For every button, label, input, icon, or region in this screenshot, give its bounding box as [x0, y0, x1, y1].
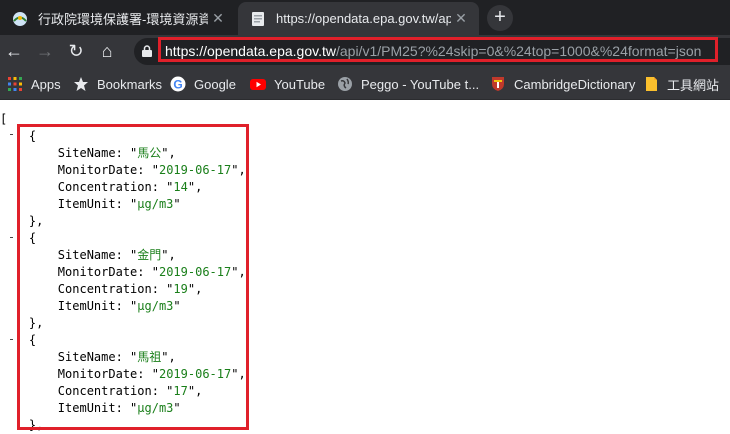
- tab-title: https://opendata.epa.gov.tw/api/: [276, 11, 451, 26]
- star-icon: [74, 77, 88, 91]
- reload-icon[interactable]: ↻: [65, 40, 87, 62]
- url-highlight-box: [158, 37, 718, 62]
- cambridge-shield-icon: [492, 77, 504, 91]
- bookmark-apps[interactable]: Apps: [7, 75, 61, 93]
- bookmark-label: Peggo - YouTube t...: [361, 76, 480, 92]
- bookmark-bookmarks[interactable]: Bookmarks: [73, 75, 162, 93]
- folder-icon: [646, 77, 657, 91]
- globe-icon: [338, 77, 352, 91]
- bookmark-label: 工具網站: [667, 77, 720, 93]
- bookmark-label: CambridgeDictionary: [514, 76, 636, 92]
- tab-close-icon[interactable]: ✕: [208, 10, 228, 27]
- lock-icon: [142, 45, 152, 57]
- youtube-icon: [250, 79, 266, 90]
- json-open-bracket: [: [0, 112, 8, 126]
- svg-text:G: G: [173, 78, 182, 92]
- bookmark-tools-folder[interactable]: 工具網站: [643, 75, 719, 93]
- tab-api-active[interactable]: https://opendata.epa.gov.tw/api/ ✕: [238, 2, 479, 35]
- tab-close-icon[interactable]: ✕: [451, 10, 471, 27]
- back-arrow-icon[interactable]: ←: [3, 40, 25, 62]
- tab-strip: 行政院環境保護署-環境資源資料 ✕ https://opendata.epa.g…: [0, 0, 730, 35]
- bookmark-youtube[interactable]: YouTube: [250, 75, 325, 93]
- bookmark-label: Google: [194, 76, 236, 92]
- json-highlight-box: [17, 124, 249, 430]
- bookmark-label: Bookmarks: [97, 76, 163, 92]
- bookmark-cambridge[interactable]: CambridgeDictionary: [490, 75, 635, 93]
- bookmark-label: Apps: [31, 76, 61, 92]
- forward-arrow-icon[interactable]: →: [34, 40, 56, 62]
- json-viewer: [ { SiteName: "馬公", MonitorDate: "2019-0…: [0, 100, 730, 432]
- new-tab-button[interactable]: +: [487, 5, 513, 31]
- tab-epa[interactable]: 行政院環境保護署-環境資源資料 ✕: [0, 2, 236, 35]
- bookmark-peggo[interactable]: Peggo - YouTube t...: [337, 75, 479, 93]
- epa-favicon-icon: [13, 11, 27, 26]
- apps-grid-icon: [8, 77, 22, 91]
- bookmarks-bar: Apps Bookmarks G Google YouTube Peggo - …: [0, 68, 730, 100]
- tab-title: 行政院環境保護署-環境資源資料: [38, 12, 208, 27]
- document-favicon-icon: [252, 11, 264, 26]
- bookmark-google[interactable]: G Google: [170, 75, 236, 93]
- bookmark-label: YouTube: [274, 76, 326, 92]
- google-icon: G: [170, 76, 186, 92]
- home-icon[interactable]: ⌂: [96, 40, 118, 62]
